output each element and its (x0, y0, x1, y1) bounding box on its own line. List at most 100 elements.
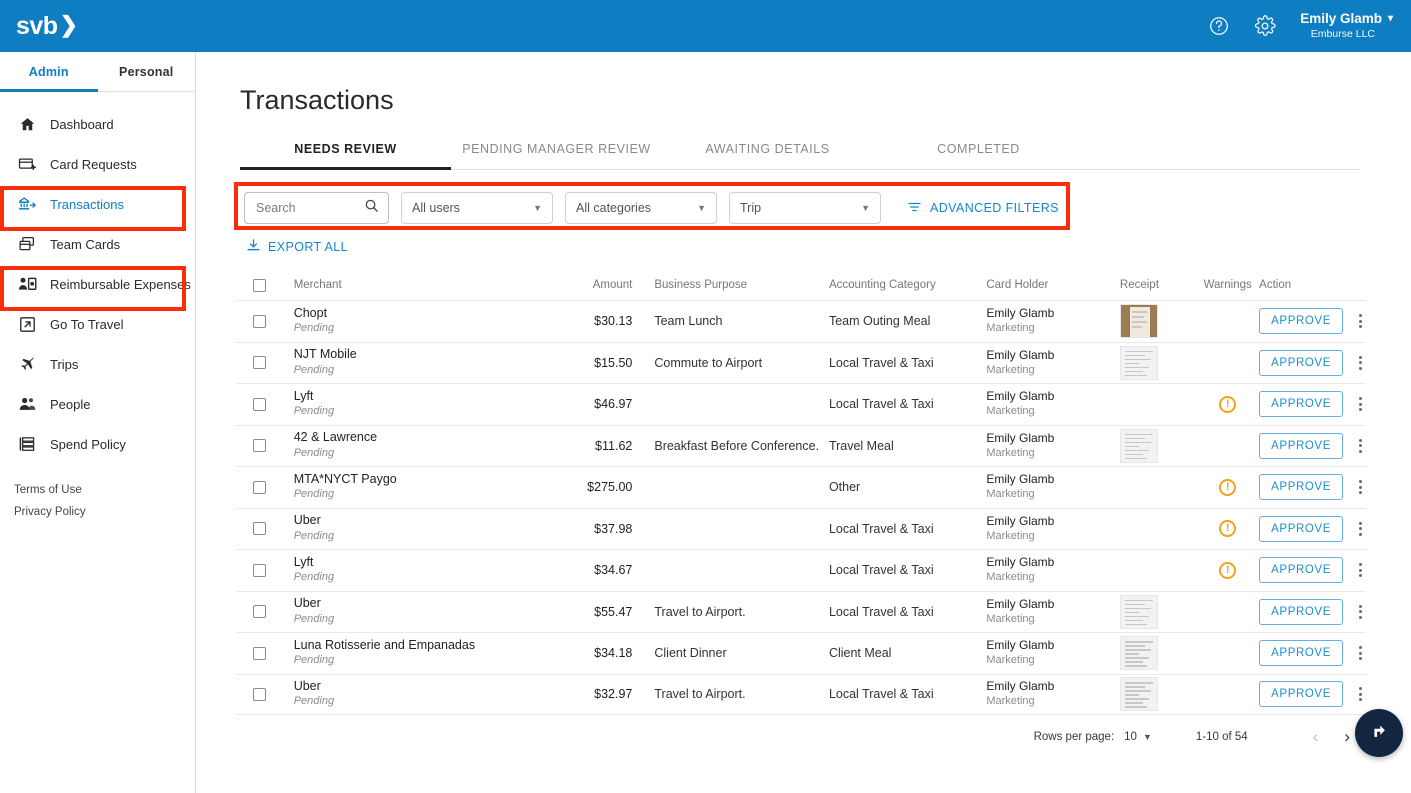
table-row[interactable]: Luna Rotisserie and Empanadas Pending $34.… (236, 632, 1366, 674)
sidebar-item-trips[interactable]: Trips (0, 344, 195, 384)
receipt-thumbnail[interactable] (1119, 677, 1158, 712)
help-circle-icon[interactable] (1208, 15, 1230, 37)
privacy-policy-link[interactable]: Privacy Policy (14, 506, 86, 518)
receipt-thumbnail[interactable] (1119, 636, 1158, 671)
sidebar-item-card-requests[interactable]: Card Requests (0, 144, 195, 184)
warning-icon[interactable]: ! (1219, 561, 1237, 579)
cell-amount: $37.98 (594, 521, 633, 536)
previous-page-button[interactable]: ‹ (1300, 727, 1332, 747)
warning-icon[interactable]: ! (1219, 520, 1237, 538)
svb-logo[interactable]: svb ❯ (16, 12, 78, 41)
table-row[interactable]: MTA*NYCT Paygo Pending $275.00 Other Emily G… (236, 466, 1366, 508)
rows-per-page-select[interactable]: 10 ▼ (1124, 731, 1152, 743)
cell-card-holder: Emily Glamb Marketing (986, 431, 1120, 461)
tab-completed[interactable]: COMPLETED (873, 142, 1084, 169)
row-more-options-icon[interactable] (1355, 601, 1366, 623)
approve-button[interactable]: APPROVE (1259, 557, 1343, 584)
terms-of-use-link[interactable]: Terms of Use (14, 484, 86, 496)
approve-button[interactable]: APPROVE (1259, 391, 1343, 418)
approve-button[interactable]: APPROVE (1259, 474, 1343, 501)
download-icon (246, 238, 261, 256)
row-checkbox[interactable] (253, 439, 267, 453)
warning-icon[interactable]: ! (1219, 478, 1237, 496)
sidebar-item-reimbursable-expenses[interactable]: Reimbursable Expenses (0, 264, 195, 304)
trip-select[interactable]: Trip ▼ (729, 192, 881, 224)
merchant-status: Pending (293, 695, 335, 708)
sidebar-item-team-cards[interactable]: Team Cards (0, 224, 195, 264)
receipt-thumbnail[interactable] (1119, 594, 1158, 629)
advanced-filters-button[interactable]: ADVANCED FILTERS (907, 200, 1059, 217)
receipt-thumbnail[interactable] (1119, 304, 1158, 339)
table-row[interactable]: Uber Pending $32.97 Travel to Airport. Local… (236, 673, 1366, 715)
row-more-options-icon[interactable] (1355, 683, 1366, 705)
cell-accounting-category: Team Outing Meal (828, 314, 931, 329)
select-all-checkbox[interactable] (253, 278, 267, 292)
row-more-options-icon[interactable] (1355, 476, 1366, 498)
approve-button[interactable]: APPROVE (1259, 432, 1343, 459)
approve-button[interactable]: APPROVE (1259, 598, 1343, 625)
table-row[interactable]: Lyft Pending $46.97 Local Travel & Taxi Emil… (236, 383, 1366, 425)
col-business-purpose: Business Purpose (654, 279, 748, 291)
row-checkbox[interactable] (253, 563, 267, 577)
all-users-value: All users (412, 201, 460, 215)
cell-amount: $34.18 (594, 646, 633, 661)
row-more-options-icon[interactable] (1355, 518, 1366, 540)
col-action: Action (1259, 279, 1292, 291)
row-more-options-icon[interactable] (1355, 393, 1366, 415)
all-users-select[interactable]: All users ▼ (401, 192, 553, 224)
search-input[interactable] (254, 200, 364, 216)
sidebar-item-people[interactable]: People (0, 384, 195, 424)
merchant-status: Pending (293, 529, 335, 542)
send-feedback-fab[interactable] (1355, 709, 1403, 757)
sidebar: Admin Personal Dashboard Card Requests T… (0, 52, 196, 793)
table-row[interactable]: Chopt Pending $30.13 Team Lunch Team Outing … (236, 300, 1366, 342)
sidebar-item-spend-policy[interactable]: Spend Policy (0, 424, 195, 464)
row-more-options-icon[interactable] (1355, 435, 1366, 457)
row-more-options-icon[interactable] (1355, 352, 1366, 374)
row-checkbox-cell (236, 563, 284, 577)
tab-needs-review[interactable]: NEEDS REVIEW (240, 142, 451, 170)
table-row[interactable]: Uber Pending $55.47 Travel to Airport. Local… (236, 590, 1366, 633)
cell-card-holder: Emily Glamb Marketing (986, 638, 1120, 668)
row-checkbox[interactable] (253, 356, 267, 370)
table-row[interactable]: Uber Pending $37.98 Local Travel & Taxi Emil… (236, 507, 1366, 550)
sidebar-item-dashboard[interactable]: Dashboard (0, 104, 195, 144)
row-checkbox[interactable] (253, 522, 267, 536)
row-checkbox[interactable] (253, 646, 267, 660)
row-checkbox[interactable] (253, 480, 267, 494)
user-menu[interactable]: Emily Glamb ▾ Emburse LLC (1300, 11, 1393, 41)
merchant-name: Lyft (293, 554, 314, 569)
approve-button[interactable]: APPROVE (1259, 349, 1343, 376)
export-all-button[interactable]: EXPORT ALL (246, 238, 366, 256)
sidebar-item-go-to-travel[interactable]: Go To Travel (0, 304, 195, 344)
row-checkbox[interactable] (253, 397, 267, 411)
row-more-options-icon[interactable] (1355, 559, 1366, 581)
row-checkbox[interactable] (253, 314, 267, 328)
approve-button[interactable]: APPROVE (1259, 515, 1343, 542)
sidebar-tab-admin[interactable]: Admin (0, 52, 98, 92)
table-row[interactable]: NJT Mobile Pending $15.50 Commute to Airpor… (236, 341, 1366, 384)
card-holder-name: Emily Glamb (986, 638, 1055, 653)
row-checkbox[interactable] (253, 605, 267, 619)
warning-icon[interactable]: ! (1219, 395, 1237, 413)
approve-button[interactable]: APPROVE (1259, 640, 1343, 667)
table-row[interactable]: Lyft Pending $34.67 Local Travel & Taxi Emil… (236, 549, 1366, 591)
gear-icon[interactable] (1254, 15, 1276, 37)
search-box[interactable] (244, 192, 389, 224)
tab-awaiting-details[interactable]: AWAITING DETAILS (662, 142, 873, 169)
row-checkbox[interactable] (253, 687, 267, 701)
receipt-thumbnail[interactable] (1119, 345, 1158, 380)
sidebar-tab-personal[interactable]: Personal (98, 52, 196, 91)
card-holder-department: Marketing (986, 529, 1035, 542)
table-row[interactable]: 42 & Lawrence Pending $11.62 Breakfast Befo… (236, 424, 1366, 467)
merchant-name: Uber (293, 596, 321, 611)
all-categories-select[interactable]: All categories ▼ (565, 192, 717, 224)
sidebar-item-transactions[interactable]: Transactions (0, 184, 195, 224)
row-more-options-icon[interactable] (1355, 642, 1366, 664)
tab-pending-manager-review[interactable]: PENDING MANAGER REVIEW (451, 142, 662, 169)
approve-button[interactable]: APPROVE (1259, 681, 1343, 708)
receipt-thumbnail[interactable] (1119, 428, 1158, 463)
row-more-options-icon[interactable] (1355, 310, 1366, 332)
send-icon (1368, 720, 1390, 747)
approve-button[interactable]: APPROVE (1259, 308, 1343, 335)
